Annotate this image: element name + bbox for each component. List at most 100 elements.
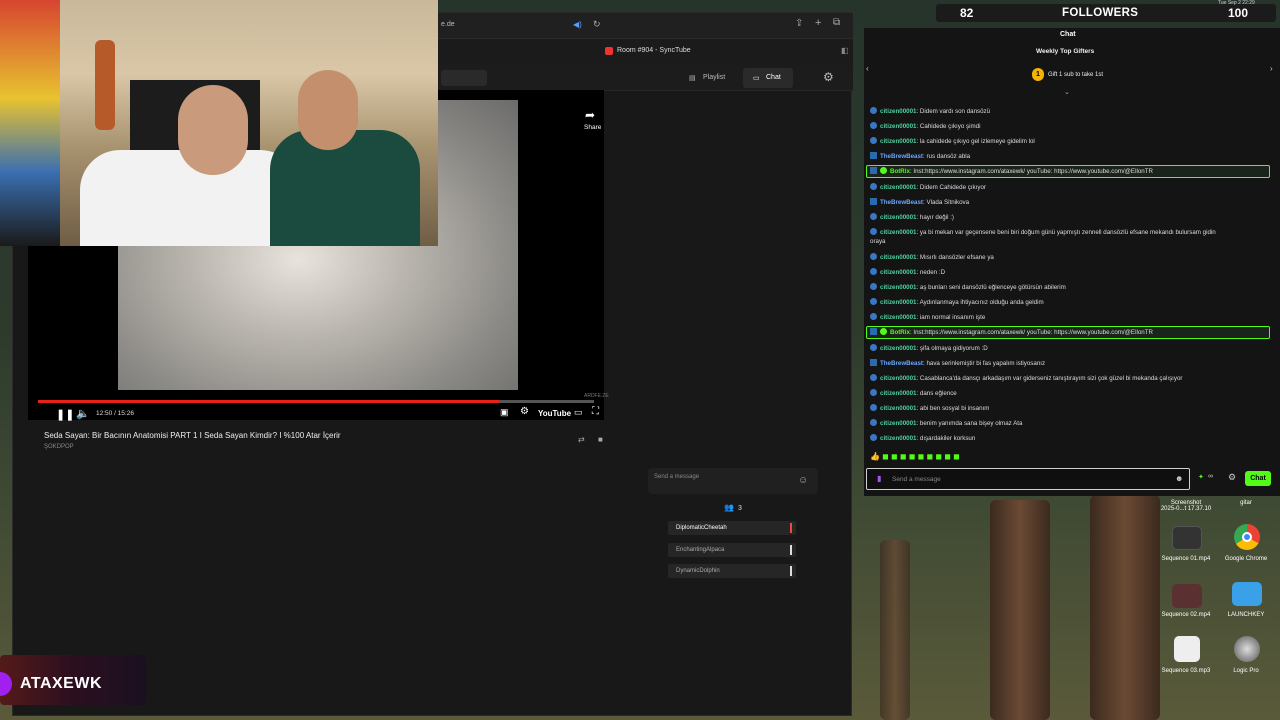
chat-username[interactable]: BotRix xyxy=(890,168,910,175)
fullscreen-icon[interactable]: ⛶ xyxy=(592,406,599,417)
new-tab-icon[interactable]: + xyxy=(815,17,821,29)
member-name: DynamicDolphin xyxy=(676,568,720,574)
swap-icon[interactable]: ⇄ xyxy=(578,435,585,444)
video-title: Seda Sayan: Bir Bacının Anatomisi PART 1… xyxy=(44,431,341,440)
volume-icon[interactable]: 🔈 xyxy=(76,407,90,420)
chat-username[interactable]: citizen00001 xyxy=(880,284,916,291)
gift-cta[interactable]: Gift 1 sub to take 1st xyxy=(1048,72,1103,78)
chat-username[interactable]: citizen00001 xyxy=(880,108,916,115)
chat-username[interactable]: citizen00001 xyxy=(880,254,916,261)
settings-gear-icon[interactable]: ⚙ xyxy=(823,70,834,84)
emoji-picker-icon[interactable]: ☻ xyxy=(1175,474,1183,483)
chat-username[interactable]: BotRix xyxy=(890,329,910,336)
gift-badge-icon: 1 xyxy=(1032,68,1044,81)
desktop-icon-label[interactable]: Logic Pro xyxy=(1216,668,1276,674)
kick-points-icon[interactable]: ✦ xyxy=(1198,473,1204,481)
chat-username[interactable]: citizen00001 xyxy=(880,123,916,130)
chat-message: citizen00001: abi ben sosyal bi insanım xyxy=(870,404,989,412)
sidebar-toggle-icon[interactable]: ◧ xyxy=(841,46,849,55)
reload-icon[interactable]: ↻ xyxy=(593,19,601,30)
video-file-icon[interactable] xyxy=(1172,584,1202,608)
chat-username[interactable]: citizen00001 xyxy=(880,390,916,397)
captions-icon[interactable]: ▣ xyxy=(500,407,509,418)
chat-send-button[interactable]: Chat xyxy=(1245,471,1271,486)
chat-username[interactable]: citizen00001 xyxy=(880,269,916,276)
tab-chat[interactable]: Chat xyxy=(766,74,781,81)
chat-text: Mısırlı dansözler efsane ya xyxy=(919,254,994,261)
chat-username[interactable]: citizen00001 xyxy=(880,420,916,427)
chat-username[interactable]: TheBrewBeast xyxy=(880,199,923,206)
chat-text: hava serinlemiştir bi fas yapalım istiyo… xyxy=(926,360,1046,367)
share-icon[interactable]: ⇪ xyxy=(795,18,803,29)
chat-username[interactable]: citizen00001 xyxy=(880,184,916,191)
room-search-input[interactable] xyxy=(441,70,487,86)
chat-username[interactable]: citizen00001 xyxy=(880,138,916,145)
logic-pro-icon[interactable] xyxy=(1234,636,1260,662)
mic-icon[interactable]: ▮ xyxy=(877,474,881,483)
member-row[interactable]: DiplomaticCheetah xyxy=(668,521,796,535)
person-left-face xyxy=(178,85,248,175)
pause-icon[interactable]: ❚❚ xyxy=(56,408,74,421)
chat-text: ya bi mekan var geçensene beni biri doğu… xyxy=(919,229,1216,236)
desktop-icon-label[interactable]: LAUNCHKEY xyxy=(1216,612,1276,618)
chat-username[interactable]: citizen00001 xyxy=(880,405,916,412)
wallpaper-tree xyxy=(990,500,1050,720)
chat-username[interactable]: citizen00001 xyxy=(880,345,916,352)
desktop-icon-label[interactable]: gitar xyxy=(1216,500,1276,506)
chat-username[interactable]: citizen00001 xyxy=(880,229,916,236)
chat-text: iam normal insanım işte xyxy=(919,314,986,321)
video-file-icon[interactable] xyxy=(1172,526,1202,550)
audio-file-icon[interactable] xyxy=(1174,636,1200,662)
cast-icon[interactable]: ▭ xyxy=(574,407,583,418)
chat-username[interactable]: TheBrewBeast xyxy=(880,360,923,367)
chat-username[interactable]: TheBrewBeast xyxy=(880,153,923,160)
channel-name[interactable]: ŞOKDPOP xyxy=(44,444,74,450)
chat-username[interactable]: citizen00001 xyxy=(880,299,916,306)
chat-message: BotRix: Inst:https://www.instagram.com/a… xyxy=(870,328,1153,336)
chat-username[interactable]: citizen00001 xyxy=(880,314,916,321)
chat-text: Cahidede çıkıyo şimdi xyxy=(919,123,981,130)
audio-icon[interactable]: ◀) xyxy=(573,20,582,29)
chat-username[interactable]: citizen00001 xyxy=(880,435,916,442)
youtube-logo[interactable]: YouTube xyxy=(538,409,571,418)
tabs-overview-icon[interactable]: ⧉ xyxy=(833,17,840,28)
emoji-icon[interactable]: ☺ xyxy=(798,475,808,486)
emote-row[interactable]: 👍 ◼ ◼ ◼ ◼ ◼ ◼ ◼ ◼ ◼ xyxy=(870,452,960,461)
chat-text: hayır değil :) xyxy=(919,214,954,221)
member-row[interactable]: DynamicDolphin xyxy=(668,564,796,578)
active-tab-title[interactable]: Room #904 - SyncTube xyxy=(617,47,691,54)
url-fragment[interactable]: e.de xyxy=(441,21,455,28)
streamer-logo-text: ATAXEWK xyxy=(20,675,103,692)
collapse-icon[interactable]: ⌄ xyxy=(1064,88,1070,96)
chat-text[interactable]: Inst:https://www.instagram.com/ataxewk/ … xyxy=(913,329,1153,336)
verified-bot-icon xyxy=(880,167,887,174)
share-arrow-icon[interactable]: ➦ xyxy=(585,108,595,122)
chat-message: citizen00001: Didem Cahidede çıkıyor xyxy=(870,183,986,191)
desktop-icon-label[interactable]: Screenshot 2025-0...t 17.37.10 xyxy=(1156,500,1216,512)
chat-message: citizen00001: Aydınlanmaya ihtiyacınız o… xyxy=(870,298,1044,306)
desktop-icon-label[interactable]: Sequence 02.mp4 xyxy=(1156,612,1216,618)
chat-text[interactable]: Inst:https://www.instagram.com/ataxewk/ … xyxy=(913,168,1153,175)
chat-username[interactable]: citizen00001 xyxy=(880,375,916,382)
synctube-favicon xyxy=(605,47,613,55)
camera-icon[interactable]: ■ xyxy=(598,435,603,444)
user-badge-icon xyxy=(870,434,877,441)
kick-chat-input[interactable]: ▮ Send a message ☻ xyxy=(866,468,1190,490)
chat-username[interactable]: citizen00001 xyxy=(880,214,916,221)
share-label[interactable]: Share xyxy=(584,124,601,131)
member-row[interactable]: EnchantingAlpaca xyxy=(668,543,796,557)
user-badge-icon xyxy=(870,107,877,114)
desktop-icon-label[interactable]: Sequence 01.mp4 xyxy=(1156,556,1216,562)
chat-settings-icon[interactable]: ⚙ xyxy=(1228,472,1236,483)
room-message-input[interactable]: Send a message ☺ xyxy=(648,468,818,494)
settings-icon[interactable]: ⚙ xyxy=(520,406,529,417)
next-arrow-icon[interactable]: › xyxy=(1270,64,1273,73)
prev-arrow-icon[interactable]: ‹ xyxy=(866,64,869,73)
chat-message: citizen00001: Didem vardı son dansözü xyxy=(870,107,990,115)
progress-bar[interactable] xyxy=(38,400,594,403)
desktop-icon-label[interactable]: Sequence 03.mp3 xyxy=(1156,668,1216,674)
folder-icon[interactable] xyxy=(1232,582,1262,606)
desktop-icon-label[interactable]: Google Chrome xyxy=(1216,556,1276,562)
tab-playlist[interactable]: Playlist xyxy=(703,74,725,81)
video-watermark: ARDFE.ZE xyxy=(584,393,609,399)
